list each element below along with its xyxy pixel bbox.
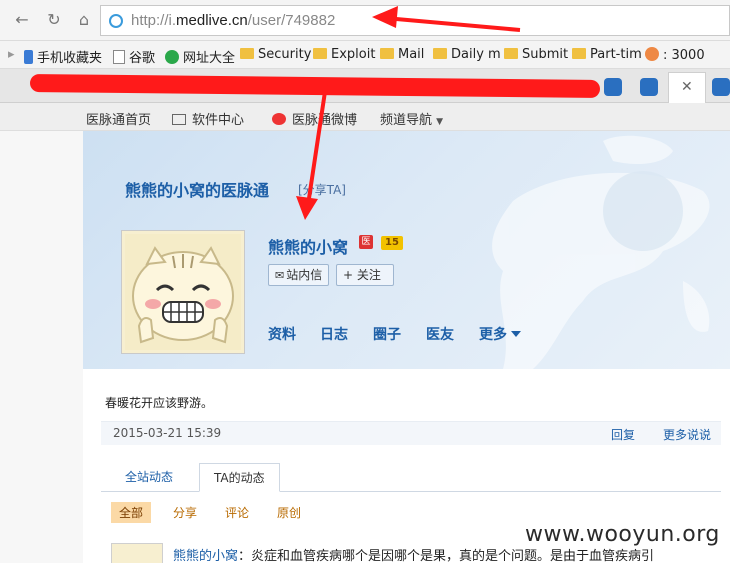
watermark: www.wooyun.org — [525, 522, 720, 547]
chevron-down-icon — [511, 331, 521, 337]
post-date: 2015-03-21 15:39 — [113, 426, 222, 440]
bookmark-3000[interactable]: : 3000 — [645, 47, 705, 63]
globe-icon — [109, 14, 123, 28]
tab-favicon[interactable] — [712, 78, 730, 96]
tab-profile[interactable]: 资料 — [268, 324, 296, 344]
tab-favicon[interactable] — [604, 78, 622, 96]
phone-icon — [24, 50, 33, 64]
post-meta: 2015-03-21 15:39 回复 更多说说 — [101, 421, 721, 445]
site-nav: 医脉通首页 软件中心 医脉通微博 频道导航 ▼ — [0, 103, 730, 131]
bookmark-hao[interactable]: 网址大全 — [165, 47, 235, 66]
filter-comment[interactable]: 评论 — [217, 502, 257, 523]
reply-link[interactable]: 回复 — [611, 426, 635, 443]
folder-icon — [572, 48, 586, 59]
tab-site-feed[interactable]: 全站动态 — [111, 463, 187, 492]
feed-user-link[interactable]: 熊熊的小窝 — [173, 549, 238, 563]
url-field[interactable]: http://i.medlive.cn/user/749882 — [100, 5, 730, 36]
chevron-down-icon: ▼ — [436, 117, 444, 127]
profile-banner: 熊熊的小窝的医脉通 [分享TA] 熊熊的小窝 医 15 ✉ 站内信 + 关注 资料… — [83, 131, 730, 369]
doctor-badge-icon: 医 — [359, 235, 373, 249]
address-bar-row: ← ↻ ⌂ http://i.medlive.cn/user/749882 — [0, 0, 730, 41]
tab-friends[interactable]: 医友 — [426, 324, 454, 344]
monitor-icon — [172, 114, 186, 125]
bookmark-mobile[interactable]: 手机收藏夹 — [24, 47, 102, 66]
folder-icon — [240, 48, 254, 59]
nav-home[interactable]: 医脉通首页 — [86, 109, 151, 128]
folder-icon — [313, 48, 327, 59]
bookmark-google[interactable]: 谷歌 — [113, 47, 155, 66]
page-icon — [113, 50, 125, 64]
nav-channels[interactable]: 频道导航 ▼ — [380, 109, 443, 128]
filter-original[interactable]: 原创 — [269, 502, 309, 523]
bookmark-mail[interactable]: Mail — [380, 47, 424, 62]
bookmarks-bar: ▸ 手机收藏夹 谷歌 网址大全 Security Exploit Mail Da… — [0, 41, 730, 69]
close-icon[interactable]: ✕ — [681, 79, 693, 95]
avatar[interactable] — [121, 230, 245, 354]
tab-user-feed[interactable]: TA的动态 — [199, 463, 280, 492]
bookmark-submit[interactable]: Submit — [504, 47, 568, 62]
feed-item-text: ：炎症和血管疾病哪个是因哪个是果，真的是个问题。是由于血管疾病引 — [238, 549, 655, 563]
bookmark-daily[interactable]: Daily m — [433, 47, 501, 62]
feed-avatar[interactable] — [111, 543, 163, 563]
tab-blog[interactable]: 日志 — [320, 324, 348, 344]
feed-tabs: 全站动态 TA的动态 — [101, 463, 721, 492]
filter-all[interactable]: 全部 — [111, 502, 152, 523]
folder-icon — [433, 48, 447, 59]
envelope-icon: ✉ — [275, 269, 285, 282]
tab-strip: ✕ — [0, 69, 730, 103]
tab-circles[interactable]: 圈子 — [373, 324, 401, 344]
bookmark-parttime[interactable]: Part-tim — [572, 47, 642, 62]
site-title[interactable]: 熊熊的小窝的医脉通 — [125, 177, 269, 201]
more-posts-link[interactable]: 更多说说 — [663, 426, 711, 443]
cartoon-avatar-image — [125, 234, 241, 350]
chrome-icon — [645, 47, 659, 61]
active-tab[interactable]: ✕ — [668, 72, 706, 103]
url-text: http://i.medlive.cn/user/749882 — [131, 12, 336, 29]
follow-button[interactable]: + 关注 — [336, 264, 394, 286]
feed-item: 熊熊的小窝：炎症和血管疾病哪个是因哪个是果，真的是个问题。是由于血管疾病引 — [173, 545, 654, 563]
bookmark-exploit[interactable]: Exploit — [313, 47, 375, 62]
message-button[interactable]: ✉ 站内信 — [268, 264, 330, 286]
weibo-icon — [272, 113, 286, 125]
redaction-scribble — [29, 74, 601, 98]
nav-software[interactable]: 软件中心 — [172, 109, 244, 128]
home-icon[interactable]: ⌂ — [72, 8, 96, 32]
folder-icon — [504, 48, 518, 59]
back-arrow-icon[interactable]: ← — [10, 8, 34, 32]
status-post: 春暖花开应该野游。 — [105, 396, 214, 410]
page-gutter — [0, 131, 83, 563]
user-name[interactable]: 熊熊的小窝 — [268, 234, 348, 258]
folder-icon — [380, 48, 394, 59]
bookmark-security[interactable]: Security — [240, 47, 311, 62]
share-link[interactable]: [分享TA] — [298, 181, 346, 198]
filter-share[interactable]: 分享 — [165, 502, 205, 523]
tab-favicon[interactable] — [640, 78, 658, 96]
plus-circle-icon — [165, 50, 179, 64]
nav-weibo[interactable]: 医脉通微博 — [272, 109, 357, 128]
reload-icon[interactable]: ↻ — [42, 8, 66, 32]
level-badge: 15 — [381, 236, 403, 250]
tab-more[interactable]: 更多 — [479, 324, 521, 344]
bookmark-chevron-icon[interactable]: ▸ — [8, 47, 15, 62]
